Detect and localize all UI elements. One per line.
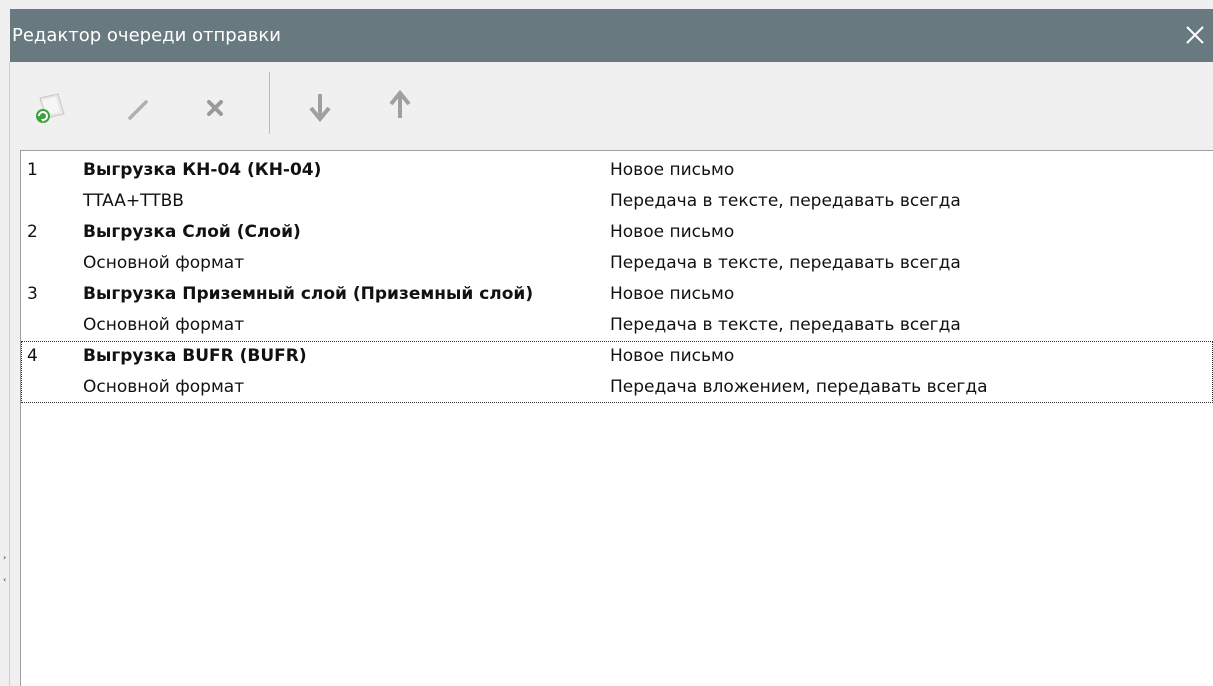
close-button[interactable]	[1173, 9, 1213, 62]
item-name: Выгрузка Приземный слой (Приземный слой)	[83, 284, 534, 304]
queue-list[interactable]: 1 Выгрузка КН-04 (КН-04) TTAA+TTBB Новое…	[20, 150, 1213, 686]
item-name: Выгрузка Слой (Слой)	[83, 222, 301, 242]
item-number: 4	[27, 346, 38, 366]
item-letter-mode: Новое письмо	[610, 222, 735, 242]
item-transfer-mode: Передача в тексте, передавать всегда	[610, 315, 961, 335]
toolbar-separator	[269, 72, 270, 134]
item-format: Основной формат	[83, 253, 245, 273]
toolbar	[10, 62, 1213, 150]
item-letter-mode: Новое письмо	[610, 284, 735, 304]
list-item-focused[interactable]: 4 Выгрузка BUFR (BUFR) Основной формат Н…	[21, 341, 1213, 403]
arrow-down-icon	[309, 94, 331, 123]
add-document-icon	[36, 93, 65, 123]
item-transfer-mode: Передача в тексте, передавать всегда	[610, 253, 961, 273]
item-name: Выгрузка BUFR (BUFR)	[83, 346, 307, 366]
list-item[interactable]: 1 Выгрузка КН-04 (КН-04) TTAA+TTBB Новое…	[21, 155, 1213, 217]
move-up-button[interactable]	[376, 76, 424, 132]
item-number: 3	[27, 284, 38, 304]
titlebar: Редактор очереди отправки	[10, 9, 1213, 62]
send-queue-editor-window: › ‹ Редактор очереди отправки 1 Выгрузка…	[0, 0, 1213, 686]
item-letter-mode: Новое письмо	[610, 346, 735, 366]
item-format: TTAA+TTBB	[83, 191, 184, 211]
arrow-up-icon	[389, 89, 411, 118]
delete-button[interactable]	[192, 76, 240, 132]
item-transfer-mode: Передача в тексте, передавать всегда	[610, 191, 961, 211]
background-window-edge: › ‹	[0, 62, 10, 686]
background-glyph: ‹	[3, 575, 7, 584]
item-transfer-mode: Передача вложением, передавать всегда	[610, 377, 988, 397]
pencil-icon	[128, 100, 148, 120]
edit-button[interactable]	[112, 76, 160, 132]
background-glyph: ›	[3, 553, 7, 562]
item-name: Выгрузка КН-04 (КН-04)	[83, 160, 322, 180]
list-item[interactable]: 3 Выгрузка Приземный слой (Приземный сло…	[21, 279, 1213, 341]
item-format: Основной формат	[83, 315, 245, 335]
add-button[interactable]	[28, 76, 76, 132]
item-number: 2	[27, 222, 38, 242]
item-format: Основной формат	[83, 377, 245, 397]
close-icon	[1186, 26, 1204, 44]
x-icon	[207, 100, 223, 116]
item-letter-mode: Новое письмо	[610, 160, 735, 180]
window-title: Редактор очереди отправки	[12, 25, 281, 46]
move-down-button[interactable]	[296, 76, 344, 132]
item-number: 1	[27, 160, 38, 180]
list-item[interactable]: 2 Выгрузка Слой (Слой) Основной формат Н…	[21, 217, 1213, 279]
